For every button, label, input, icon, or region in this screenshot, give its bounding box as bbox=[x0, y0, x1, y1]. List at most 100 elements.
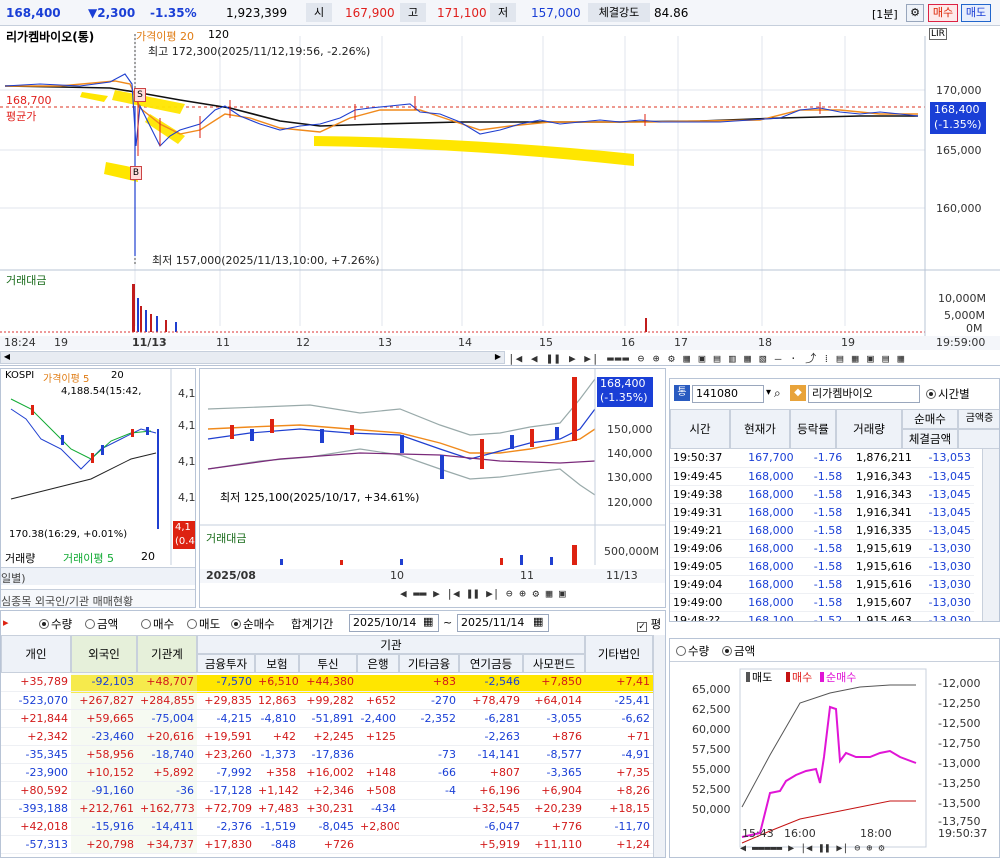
investor-row[interactable]: -35,345 +58,956 -18,740 +23,260 -1,373 -17,83… bbox=[1, 745, 653, 764]
main-scrollbar[interactable]: ◀ ▶ bbox=[0, 351, 505, 364]
col-other-finance[interactable]: 기타금융 bbox=[399, 654, 459, 673]
investor-row[interactable]: +35,789 -92,103 +48,707 -7,570 +6,510 +44,380… bbox=[1, 673, 653, 692]
col-extra[interactable]: 금액증 bbox=[958, 409, 999, 429]
tick-cell: 167,700 bbox=[733, 449, 797, 468]
investor-row[interactable]: +80,592 -91,160 -36 -17,128 +1,142 +2,346 +508… bbox=[1, 781, 653, 800]
col-price[interactable]: 현재가 bbox=[730, 409, 790, 449]
investor-row[interactable]: -57,313 +20,798 +34,737 +17,830 -848 +726 +5,9… bbox=[1, 835, 653, 854]
filter-qty-radio[interactable]: 수량 bbox=[39, 616, 72, 632]
tick-row[interactable]: 19:49:00 168,000 -1.58 1,915,607 -13,030 bbox=[670, 593, 974, 612]
x-label: 11/13 bbox=[132, 336, 167, 349]
col-change[interactable]: 등락률 bbox=[790, 409, 836, 449]
time-radio[interactable]: 시간별 bbox=[926, 386, 970, 402]
filter-net-radio[interactable]: 순매수 bbox=[231, 616, 275, 632]
investor-row[interactable]: -523,070 +267,827 +284,855 +29,835 12,863 +99… bbox=[1, 691, 653, 710]
search-icon[interactable]: ⌕ bbox=[774, 386, 781, 401]
daily-toolbar[interactable]: ◀ ▬▬ ▶ |◀ ❚❚ ▶| ⊖ ⊕ ⚙ ▦ ▣ bbox=[400, 587, 566, 600]
col-financial[interactable]: 금융투자 bbox=[197, 654, 255, 673]
col-time[interactable]: 시간 bbox=[670, 409, 730, 449]
col-amount[interactable]: 체결금액 bbox=[902, 429, 958, 449]
investor-row[interactable]: +2,342 -23,460 +20,616 +19,591 +42 +2,245 +125… bbox=[1, 727, 653, 746]
col-bank[interactable]: 은행 bbox=[357, 654, 399, 673]
calendar-icon[interactable]: ▦ bbox=[533, 615, 543, 628]
left-tick: 55,000 bbox=[692, 763, 731, 776]
investor-cell: +35,789 bbox=[1, 673, 71, 692]
scroll-left-icon[interactable]: ◀ bbox=[1, 352, 13, 363]
investor-chart-panel[interactable]: 수량 금액 매도 매수 순매수 65,000 62,500 60,000 57,… bbox=[669, 638, 1000, 858]
code-input[interactable]: 141080 bbox=[692, 385, 764, 403]
col-group-institution: 기관 bbox=[197, 635, 585, 654]
investor-cell: -3,365 bbox=[523, 763, 585, 782]
date-separator: ~ bbox=[443, 616, 453, 629]
daily-mini-chart[interactable]: 최저 125,100(2025/10/17, +34.61%) 168,400 … bbox=[199, 368, 666, 608]
daily-volume-label: 거래대금 bbox=[206, 532, 247, 545]
qty-radio[interactable]: 수량 bbox=[676, 643, 709, 659]
investor-cell: -18,740 bbox=[137, 745, 197, 764]
tick-row[interactable]: 19:48:?? 168,100 -1.52 1,915,463 -13,030 bbox=[670, 611, 974, 621]
tick-cell: 19:49:05 bbox=[670, 557, 734, 576]
col-other-corp[interactable]: 기타법인 bbox=[585, 635, 653, 673]
calendar-icon[interactable]: ▦ bbox=[423, 615, 433, 628]
sell-button[interactable]: 매도 bbox=[961, 4, 991, 22]
code-dropdown-icon[interactable]: ▾ bbox=[766, 387, 771, 398]
left-tick: 60,000 bbox=[692, 723, 731, 736]
col-volume[interactable]: 거래량 bbox=[836, 409, 902, 449]
investor-cell: +42,018 bbox=[1, 817, 71, 836]
filter-amt-radio[interactable]: 금액 bbox=[85, 616, 118, 632]
investor-row[interactable]: +42,018 -15,916 -14,411 -2,376 -1,519 -8,045 +… bbox=[1, 817, 653, 836]
col-institution[interactable]: 기관계 bbox=[137, 635, 197, 673]
tick-row[interactable]: 19:49:31 168,000 -1.58 1,916,341 -13,045 bbox=[670, 503, 974, 522]
main-price-chart[interactable]: 리가켐바이오(통) 가격이평 20 120 최고 172,300(2025/11… bbox=[0, 26, 1000, 366]
investor-cell: +72,709 bbox=[197, 799, 255, 818]
x-label: 18 bbox=[758, 336, 772, 349]
tick-row[interactable]: 19:49:38 168,000 -1.58 1,916,343 -13,045 bbox=[670, 485, 974, 504]
buy-button[interactable]: 매수 bbox=[928, 4, 958, 22]
tick-row[interactable]: 19:49:45 168,000 -1.58 1,916,343 -13,045 bbox=[670, 467, 974, 486]
col-private-fund[interactable]: 사모펀드 bbox=[523, 654, 585, 673]
tick-cell: -13,053 bbox=[914, 449, 974, 468]
investor-cell: +19,591 bbox=[197, 727, 255, 746]
investor-chart-toolbar[interactable]: ◀ ▬▬▬▬▬ ▶ |◀ ❚❚ ▶| ⊖ ⊕ ⚙ bbox=[740, 843, 885, 854]
kospi-mini-chart[interactable]: KOSPI 가격이평 5 20 4,188.54(15:42, 170.38(1… bbox=[0, 368, 196, 608]
col-pension[interactable]: 연기금등 bbox=[459, 654, 523, 673]
investor-row[interactable]: +21,844 +59,665 -75,004 -4,215 -4,810 -51,891… bbox=[1, 709, 653, 728]
tick-cell: 168,000 bbox=[733, 593, 797, 612]
investor-cell: -14,411 bbox=[137, 817, 197, 836]
daily-tab[interactable]: 일별) bbox=[1, 570, 26, 586]
tick-cell: -1.58 bbox=[796, 485, 846, 504]
gear-icon[interactable]: ⚙ bbox=[906, 4, 924, 22]
col-net-buy[interactable]: 순매수 bbox=[902, 409, 958, 429]
tick-row[interactable]: 19:50:37 167,700 -1.76 1,876,211 -13,053 bbox=[670, 449, 974, 468]
favorite-icon[interactable]: ◆ bbox=[790, 385, 806, 401]
x-label: 15 bbox=[539, 336, 553, 349]
lir-toggle[interactable]: LIR bbox=[929, 28, 947, 40]
chart-toolbar[interactable]: |◀ ◀ ❚❚ ▶ ▶| ▬▬▬ ⊖ ⊕ ⚙ ▦ ▣ ▤ ▥ ▦ ▧ ― · ⤴… bbox=[508, 350, 905, 366]
interval-selector[interactable]: [1분] bbox=[872, 6, 898, 22]
filter-sell-radio[interactable]: 매도 bbox=[187, 616, 220, 632]
amt-radio[interactable]: 금액 bbox=[722, 643, 755, 659]
scroll-right-icon[interactable]: ▶ bbox=[492, 352, 504, 363]
investor-cell: +6,904 bbox=[523, 781, 585, 800]
filter-arrow-icon[interactable]: ▸ bbox=[3, 616, 9, 629]
investor-cell: +58,956 bbox=[71, 745, 137, 764]
top-quote-bar: 168,400 ▼2,300 -1.35% 1,923,399 시 167,90… bbox=[0, 0, 1000, 26]
col-trust[interactable]: 투신 bbox=[299, 654, 357, 673]
filter-buy-radio[interactable]: 매수 bbox=[141, 616, 174, 632]
tick-row[interactable]: 19:49:21 168,000 -1.58 1,916,335 -13,045 bbox=[670, 521, 974, 540]
avg-checkbox[interactable]: ✓ 평 bbox=[637, 616, 661, 632]
tick-row[interactable]: 19:49:06 168,000 -1.58 1,915,619 -13,030 bbox=[670, 539, 974, 558]
investor-cell: +16,002 bbox=[299, 763, 357, 782]
daily-y-tick: 150,000 bbox=[607, 423, 653, 436]
col-insurance[interactable]: 보험 bbox=[255, 654, 299, 673]
daily-y-tick: 140,000 bbox=[607, 447, 653, 460]
tick-scrollbar[interactable] bbox=[982, 449, 999, 621]
investor-scrollbar[interactable] bbox=[653, 635, 665, 857]
tick-row[interactable]: 19:49:05 168,000 -1.58 1,915,616 -13,030 bbox=[670, 557, 974, 576]
col-individual[interactable]: 개인 bbox=[1, 635, 71, 673]
investor-cell: -393,188 bbox=[1, 799, 71, 818]
tick-row[interactable]: 19:49:04 168,000 -1.58 1,915,616 -13,030 bbox=[670, 575, 974, 594]
col-foreign[interactable]: 외국인 bbox=[71, 635, 137, 673]
investor-row[interactable]: -393,188 +212,761 +162,773 +72,709 +7,483 +30… bbox=[1, 799, 653, 818]
investor-trading-tab[interactable]: 심종목 외국인/기관 매매현황 bbox=[1, 593, 133, 607]
investor-row[interactable]: -23,900 +10,152 +5,892 -7,992 +358 +16,002 +14… bbox=[1, 763, 653, 782]
